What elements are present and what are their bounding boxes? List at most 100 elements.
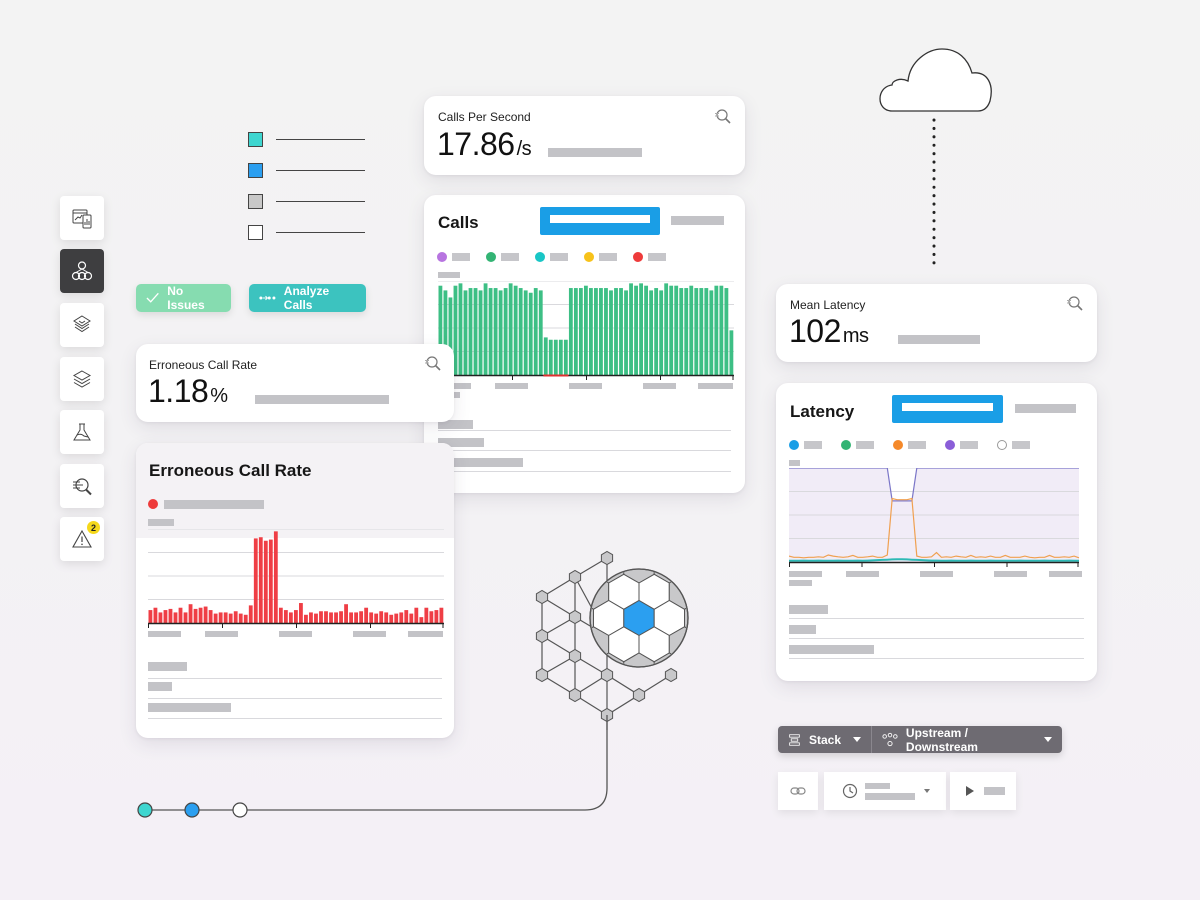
bar[interactable] (359, 611, 364, 623)
bar[interactable] (669, 285, 674, 375)
bar[interactable] (213, 613, 218, 623)
bar[interactable] (299, 603, 303, 623)
bar[interactable] (379, 611, 384, 623)
bar[interactable] (409, 613, 414, 623)
bar[interactable] (709, 290, 714, 375)
stack-dropdown[interactable]: Stack (778, 726, 871, 753)
bar[interactable] (639, 283, 643, 375)
bar[interactable] (243, 614, 248, 623)
bar[interactable] (163, 610, 168, 624)
bar[interactable] (208, 610, 213, 624)
bar[interactable] (203, 606, 208, 623)
bar[interactable] (268, 539, 273, 623)
bar[interactable] (548, 339, 553, 375)
no-issues-button[interactable]: No Issues (136, 284, 231, 312)
bar[interactable] (404, 610, 409, 624)
bar[interactable] (148, 610, 153, 624)
bar[interactable] (684, 288, 689, 375)
bar[interactable] (488, 288, 493, 375)
bar[interactable] (694, 288, 699, 375)
bar[interactable] (158, 612, 163, 623)
bar[interactable] (704, 288, 709, 375)
bar[interactable] (609, 290, 613, 375)
zoom-search-icon[interactable] (1066, 294, 1084, 312)
bar[interactable] (558, 339, 563, 375)
play-live-button[interactable] (950, 772, 1016, 810)
bar[interactable] (563, 339, 568, 375)
bar[interactable] (714, 285, 719, 375)
bar[interactable] (654, 288, 659, 375)
bar[interactable] (468, 288, 473, 375)
bar[interactable] (369, 612, 374, 623)
bar[interactable] (314, 613, 318, 623)
latency-primary-action-button[interactable] (892, 395, 1003, 423)
bar[interactable] (334, 612, 338, 623)
bar[interactable] (473, 288, 478, 375)
bar[interactable] (478, 290, 483, 375)
bar[interactable] (583, 285, 588, 375)
bar[interactable] (424, 607, 429, 623)
bar[interactable] (399, 612, 404, 623)
bar[interactable] (198, 607, 203, 623)
bar[interactable] (183, 612, 188, 623)
bar[interactable] (389, 614, 394, 623)
bar[interactable] (429, 611, 434, 623)
bar[interactable] (339, 611, 343, 623)
copy-link-button[interactable] (778, 772, 818, 810)
bar[interactable] (384, 612, 389, 623)
bar[interactable] (453, 285, 458, 375)
bar[interactable] (594, 288, 598, 375)
bar[interactable] (729, 330, 734, 375)
bar[interactable] (573, 288, 578, 375)
bar[interactable] (434, 610, 439, 624)
bar[interactable] (629, 283, 633, 375)
bar[interactable] (578, 288, 583, 375)
bar[interactable] (293, 610, 298, 624)
bar[interactable] (503, 288, 508, 375)
bar[interactable] (349, 612, 353, 623)
bar[interactable] (599, 288, 603, 375)
bar[interactable] (288, 612, 293, 623)
bar[interactable] (624, 290, 628, 375)
calls-secondary-action[interactable] (671, 216, 724, 225)
bar[interactable] (589, 288, 593, 375)
sidebar-item-stack[interactable] (60, 357, 104, 401)
bar[interactable] (188, 604, 193, 623)
bar[interactable] (228, 613, 233, 623)
timeline-node[interactable] (137, 802, 153, 818)
bar[interactable] (329, 612, 333, 623)
bar[interactable] (553, 339, 558, 375)
sidebar-item-lab[interactable] (60, 410, 104, 454)
bar[interactable] (568, 288, 573, 375)
bar[interactable] (619, 288, 623, 375)
bar[interactable] (238, 613, 243, 623)
timeline-node[interactable] (184, 802, 200, 818)
bar[interactable] (533, 288, 538, 375)
timeline-node[interactable] (232, 802, 248, 818)
bar[interactable] (394, 613, 399, 623)
bar[interactable] (493, 288, 498, 375)
bar[interactable] (518, 288, 523, 375)
bar[interactable] (253, 538, 258, 623)
bar[interactable] (419, 617, 424, 624)
bar[interactable] (614, 288, 618, 375)
bar[interactable] (278, 607, 283, 623)
bar[interactable] (364, 607, 369, 623)
bar[interactable] (319, 611, 323, 623)
upstream-downstream-dropdown[interactable]: Upstream / Downstream (872, 726, 1062, 754)
bar[interactable] (664, 283, 669, 375)
bar[interactable] (513, 285, 518, 375)
sidebar-item-analyze[interactable] (60, 464, 104, 508)
bar[interactable] (344, 604, 348, 623)
bar[interactable] (523, 290, 528, 375)
bar[interactable] (178, 607, 183, 623)
sidebar-item-alerts[interactable]: 2 (60, 517, 104, 561)
sidebar-item-dashboards[interactable] (60, 196, 104, 240)
bar[interactable] (258, 537, 263, 623)
bar[interactable] (679, 288, 684, 375)
bar[interactable] (659, 290, 664, 375)
bar[interactable] (168, 608, 173, 623)
bar[interactable] (439, 607, 444, 623)
bar[interactable] (248, 605, 253, 624)
bar[interactable] (498, 290, 503, 375)
